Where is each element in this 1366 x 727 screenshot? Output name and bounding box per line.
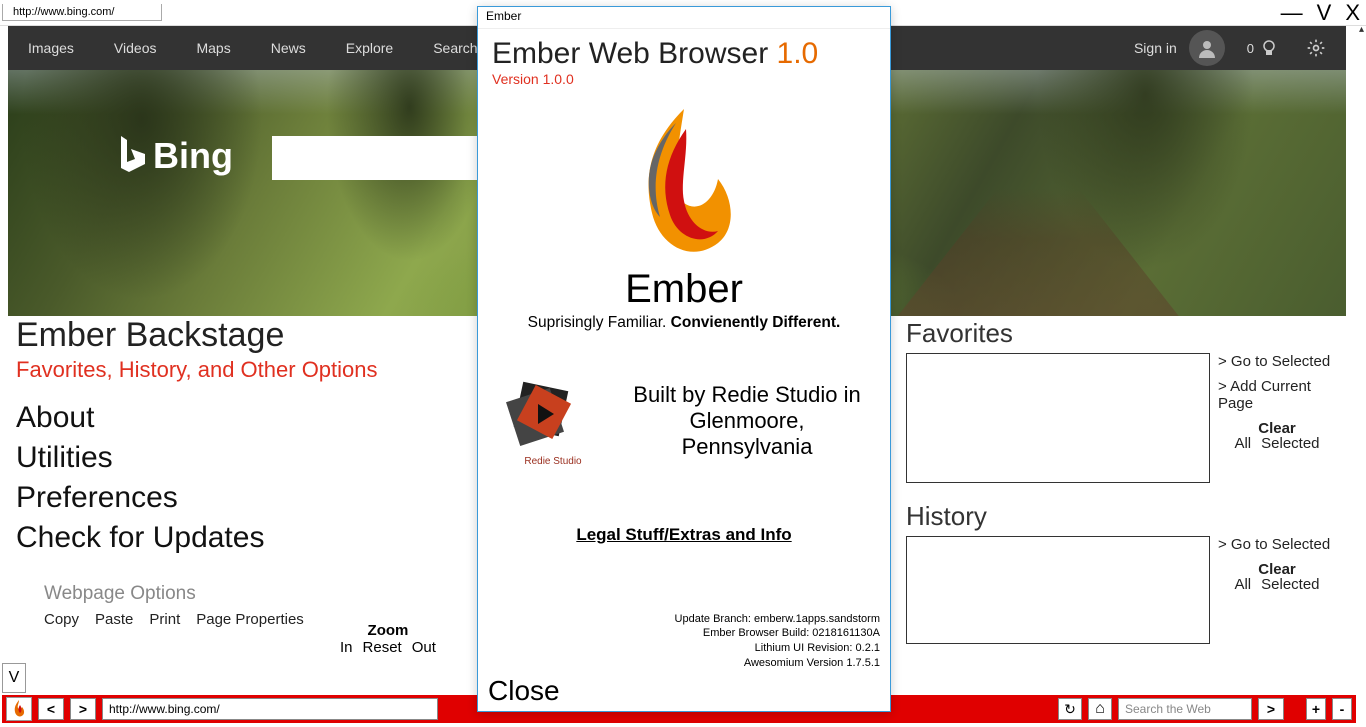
zoom-controls: Zoom In Reset Out: [340, 622, 436, 656]
about-dialog: Ember Ember Web Browser 1.0 Version 1.0.…: [477, 6, 891, 712]
bing-b-icon: [113, 132, 153, 180]
about-heading: Ember Web Browser 1.0: [478, 29, 890, 71]
redie-caption: Redie Studio: [498, 456, 608, 467]
favorites-go-to-selected[interactable]: > Go to Selected: [1218, 353, 1336, 370]
v-toggle-button[interactable]: V: [2, 663, 26, 693]
zoom-reset[interactable]: Reset: [363, 639, 402, 656]
backstage-preferences[interactable]: Preferences: [16, 481, 476, 515]
meta-update-branch: Update Branch: emberw.1apps.sandstorm: [675, 612, 880, 627]
avatar-icon[interactable]: [1189, 30, 1225, 66]
redie-studio-logo: Redie Studio: [498, 374, 608, 467]
opt-copy[interactable]: Copy: [44, 611, 79, 628]
history-list[interactable]: [906, 536, 1210, 644]
zoom-in[interactable]: In: [340, 639, 353, 656]
nav-videos[interactable]: Videos: [114, 40, 157, 56]
minimize-button[interactable]: —: [1281, 0, 1303, 26]
web-search-input[interactable]: Search the Web: [1118, 698, 1252, 720]
ember-flame-icon: [614, 101, 754, 271]
backstage-subtitle: Favorites, History, and Other Options: [16, 357, 476, 383]
back-button[interactable]: <: [38, 698, 64, 720]
tagline-bold: Convienently Different.: [671, 314, 841, 331]
zoom-minus-button[interactable]: -: [1332, 698, 1352, 720]
reload-button[interactable]: [1058, 698, 1082, 720]
search-go-button[interactable]: >: [1258, 698, 1284, 720]
browser-tab[interactable]: http://www.bing.com/: [2, 4, 162, 21]
nav-images[interactable]: Images: [28, 40, 74, 56]
zoom-out[interactable]: Out: [412, 639, 436, 656]
url-input[interactable]: http://www.bing.com/: [102, 698, 438, 720]
flame-icon: [11, 699, 27, 719]
backstage-panel: Ember Backstage Favorites, History, and …: [16, 316, 476, 628]
opt-print[interactable]: Print: [149, 611, 180, 628]
history-clear-all[interactable]: All: [1234, 576, 1251, 593]
backstage-about[interactable]: About: [16, 401, 476, 435]
rewards-counter[interactable]: 0: [1247, 39, 1278, 57]
nav-news[interactable]: News: [271, 40, 306, 56]
sign-in-link[interactable]: Sign in: [1134, 40, 1177, 56]
history-clear-selected[interactable]: Selected: [1261, 576, 1319, 593]
about-build-metadata: Update Branch: emberw.1apps.sandstorm Em…: [675, 612, 880, 671]
about-heading-main: Ember Web Browser: [492, 37, 777, 70]
about-legal-link[interactable]: Legal Stuff/Extras and Info: [478, 525, 890, 545]
rewards-count-value: 0: [1247, 41, 1254, 56]
backstage-utilities[interactable]: Utilities: [16, 441, 476, 475]
zoom-plus-button[interactable]: +: [1306, 698, 1326, 720]
bing-search-input[interactable]: [272, 136, 482, 180]
home-button[interactable]: [1088, 698, 1112, 720]
bing-logo-text: Bing: [153, 135, 233, 177]
about-titlebar[interactable]: Ember: [478, 7, 890, 29]
meta-browser-build: Ember Browser Build: 0218161130A: [675, 626, 880, 641]
tagline-plain: Suprisingly Familiar.: [528, 314, 671, 331]
meta-awesomium-version: Awesomium Version 1.7.5.1: [675, 656, 880, 671]
about-close-button[interactable]: Close: [488, 675, 560, 707]
favorites-title: Favorites: [906, 318, 1338, 349]
zoom-title: Zoom: [340, 622, 436, 639]
favorites-list[interactable]: [906, 353, 1210, 483]
backstage-title: Ember Backstage: [16, 316, 476, 355]
meta-lithium-revision: Lithium UI Revision: 0.2.1: [675, 641, 880, 656]
about-ember-word: Ember: [625, 267, 743, 312]
maximize-button[interactable]: V: [1317, 0, 1332, 26]
ember-menu-button[interactable]: [6, 697, 32, 721]
about-heading-version: 1.0: [777, 37, 819, 70]
right-panels: Favorites > Go to Selected > Add Current…: [906, 318, 1338, 644]
backstage-check-updates[interactable]: Check for Updates: [16, 521, 476, 555]
opt-paste[interactable]: Paste: [95, 611, 133, 628]
forward-button[interactable]: >: [70, 698, 96, 720]
favorites-add-current[interactable]: > Add Current Page: [1218, 378, 1336, 412]
nav-maps[interactable]: Maps: [196, 40, 230, 56]
about-version-line: Version 1.0.0: [478, 71, 890, 91]
webpage-options-title: Webpage Options: [44, 583, 476, 605]
bing-logo[interactable]: Bing: [113, 132, 233, 180]
favorites-clear-all[interactable]: All: [1234, 435, 1251, 452]
scroll-up-arrow[interactable]: ▴: [1359, 24, 1364, 35]
history-title: History: [906, 501, 1338, 532]
close-window-button[interactable]: X: [1345, 0, 1360, 26]
opt-page-properties[interactable]: Page Properties: [196, 611, 304, 628]
history-go-to-selected[interactable]: > Go to Selected: [1218, 536, 1336, 553]
about-tagline: Suprisingly Familiar. Convienently Diffe…: [478, 312, 890, 334]
nav-explore[interactable]: Explore: [346, 40, 393, 56]
settings-gear-icon[interactable]: [1306, 38, 1326, 58]
favorites-clear-selected[interactable]: Selected: [1261, 435, 1319, 452]
about-built-by: Built by Redie Studio in Glenmoore, Penn…: [624, 382, 870, 460]
